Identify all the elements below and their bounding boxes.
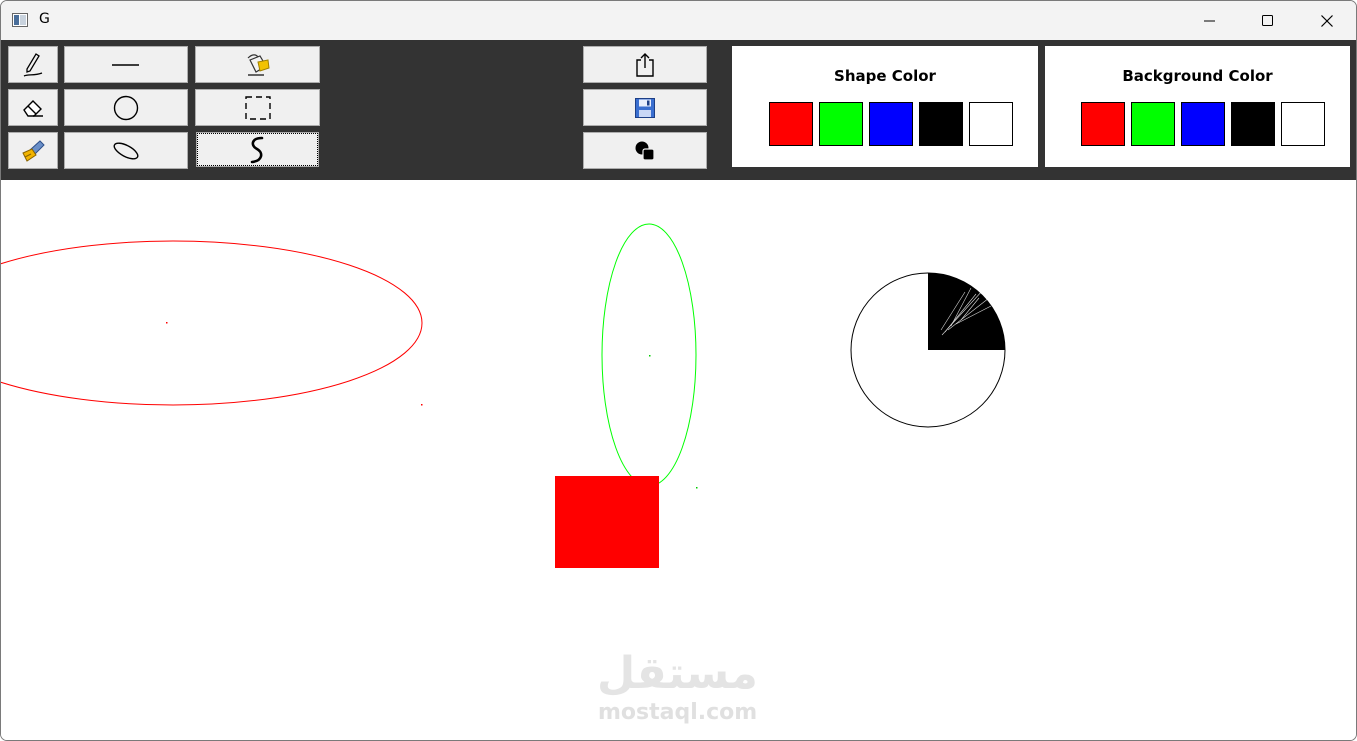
brush-icon xyxy=(22,139,45,162)
circle-icon xyxy=(113,95,139,120)
shape-red-rectangle xyxy=(555,476,659,568)
shapes-icon xyxy=(635,141,655,161)
shape-color-swatch-black[interactable] xyxy=(919,102,963,146)
toolbar: Shape Color Background Color xyxy=(1,40,1356,180)
minimize-icon xyxy=(1204,20,1215,21)
close-button[interactable] xyxy=(1298,1,1356,40)
background-color-swatch-green[interactable] xyxy=(1131,102,1175,146)
shape-color-swatch-red[interactable] xyxy=(769,102,813,146)
shape-red-ellipse xyxy=(1,240,423,406)
close-icon xyxy=(1321,14,1333,27)
maximize-icon xyxy=(1262,14,1273,26)
maximize-button[interactable] xyxy=(1239,1,1297,40)
rectangle-select-tool-button[interactable] xyxy=(195,89,320,126)
shape-color-swatch-white[interactable] xyxy=(969,102,1013,146)
bucket-fill-tool-button[interactable] xyxy=(195,46,320,83)
background-color-panel: Background Color xyxy=(1045,46,1350,167)
window-title: G xyxy=(39,11,50,27)
shape-color-title: Shape Color xyxy=(834,67,936,85)
green-dot xyxy=(696,487,698,489)
ellipse-tool-button[interactable] xyxy=(64,132,188,169)
watermark-arabic: مستقل xyxy=(597,648,758,699)
line-tool-button[interactable] xyxy=(64,46,188,83)
save-button[interactable] xyxy=(583,89,707,126)
freeform-tool-button[interactable] xyxy=(196,132,319,167)
app-icon xyxy=(12,12,28,28)
background-color-swatch-blue[interactable] xyxy=(1181,102,1225,146)
ellipse-icon xyxy=(113,142,139,159)
drawing-canvas[interactable]: مستقل mostaql.com xyxy=(1,180,1356,740)
line-icon xyxy=(112,63,139,66)
green-dot xyxy=(649,355,651,357)
background-color-title: Background Color xyxy=(1122,67,1273,85)
pencil-icon xyxy=(23,52,43,77)
red-dot xyxy=(166,322,168,324)
shape-color-panel: Shape Color xyxy=(732,46,1038,167)
eraser-tool-button[interactable] xyxy=(8,89,58,126)
export-button[interactable] xyxy=(583,46,707,83)
pencil-tool-button[interactable] xyxy=(8,46,58,83)
export-icon xyxy=(636,52,654,77)
dashed-rectangle-icon xyxy=(244,95,271,120)
shape-color-swatch-green[interactable] xyxy=(819,102,863,146)
shape-color-swatch-blue[interactable] xyxy=(869,102,913,146)
title-bar[interactable]: G xyxy=(1,1,1356,40)
red-dot xyxy=(421,404,423,406)
brush-tool-button[interactable] xyxy=(8,132,58,169)
circle-tool-button[interactable] xyxy=(64,89,188,126)
background-color-swatch-white[interactable] xyxy=(1281,102,1325,146)
squiggle-icon xyxy=(250,136,263,163)
paint-bucket-icon xyxy=(247,53,270,76)
eraser-icon xyxy=(23,99,43,117)
background-color-swatch-red[interactable] xyxy=(1081,102,1125,146)
save-icon xyxy=(635,97,655,118)
shapes-button[interactable] xyxy=(583,132,707,169)
background-color-swatch-black[interactable] xyxy=(1231,102,1275,146)
minimize-button[interactable] xyxy=(1181,1,1239,40)
watermark-latin: mostaql.com xyxy=(598,700,758,725)
shape-pie-circle xyxy=(850,272,1006,428)
app-window: G Shape Color Background Color مستقل mos… xyxy=(0,0,1357,741)
